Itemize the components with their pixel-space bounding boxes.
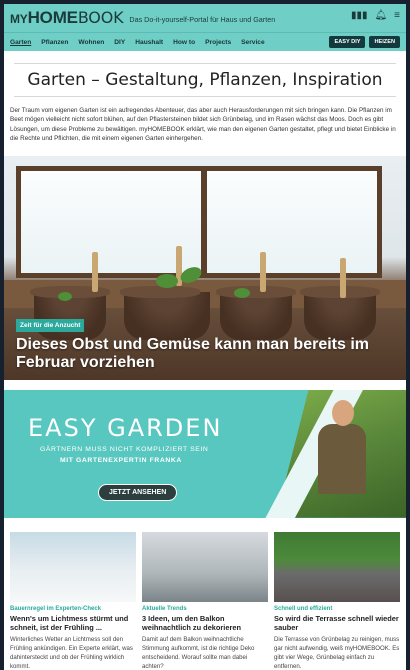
banner-person-head: [332, 399, 354, 426]
hero-image-window: [16, 165, 382, 278]
article-kicker: Schnell und effizient: [274, 605, 333, 612]
hero-headline[interactable]: Dieses Obst und Gemüse kann man bereits …: [16, 336, 386, 372]
article-kicker: Bauernregel im Experten-Check: [10, 605, 102, 612]
banner-person: [318, 423, 366, 494]
bell-icon[interactable]: 🔔︎: [374, 11, 387, 21]
article-teaser: Die Terrasse von Grünbelag zu reinigen, …: [274, 636, 400, 670]
plant-label-stick: [260, 251, 266, 292]
nav-item-service[interactable]: Service: [241, 39, 264, 46]
nav-item-how-to[interactable]: How to: [173, 39, 195, 46]
watch-now-button[interactable]: JETZT ANSEHEN: [98, 483, 178, 501]
easy-diy-button[interactable]: EASY DIY: [329, 36, 366, 48]
seedling-leaf: [58, 291, 72, 301]
article-title[interactable]: So wird die Terrasse schnell wieder saub…: [274, 614, 400, 633]
page-title: Garten – Gestaltung, Pflanzen, Inspirati…: [14, 63, 396, 97]
banner-subtitle: GÄRTNERN MUSS NICHT KOMPLIZIERT SEIN: [40, 445, 209, 453]
nav-item-pflanzen[interactable]: Pflanzen: [41, 39, 68, 46]
article-card[interactable]: Aktuelle Trends 3 Ideen, um den Balkon w…: [142, 531, 268, 670]
intro-text: Der Traum vom eigenen Garten ist ein auf…: [10, 107, 396, 143]
plant-label-stick: [92, 251, 98, 292]
heizen-button[interactable]: HEIZEN: [369, 36, 400, 48]
article-teaser: Winterliches Wetter an Lichtmess soll de…: [10, 636, 133, 670]
nav-item-haushalt[interactable]: Haushalt: [135, 39, 163, 46]
hero-pot: [300, 285, 380, 340]
plant-label-stick: [340, 257, 346, 298]
top-header: MYHOMEBOOK Das Do-it-yourself-Portal für…: [4, 4, 406, 32]
article-card[interactable]: Bauernregel im Experten-Check Wenn's um …: [10, 531, 136, 670]
banner-subtitle-expert: MIT GARTENEXPERTIN FRANKA: [60, 456, 182, 464]
hero-article[interactable]: Zeit für die Anzucht Dieses Obst und Gem…: [4, 155, 406, 380]
hamburger-icon[interactable]: ≡: [394, 11, 400, 21]
site-tagline: Das Do-it-yourself-Portal für Haus und G…: [129, 15, 276, 24]
nav-item-diy[interactable]: DIY: [114, 39, 125, 46]
seedling-leaf: [234, 287, 250, 298]
article-card[interactable]: Schnell und effizient So wird die Terras…: [274, 531, 400, 670]
nav-item-projects[interactable]: Projects: [205, 39, 231, 46]
header-icons: ▮▮▮ 🔔︎ ≡: [351, 11, 400, 21]
page-frame: MYHOMEBOOK Das Do-it-yourself-Portal für…: [4, 4, 406, 670]
nav-buttons: EASY DIY HEIZEN: [329, 36, 400, 48]
nav-item-garten[interactable]: Garten: [10, 39, 31, 46]
article-title[interactable]: Wenn's um Lichtmess stürmt und schneit, …: [10, 614, 136, 633]
article-image-snowdrops[interactable]: [10, 531, 136, 602]
easy-garden-banner[interactable]: EASY GARDEN GÄRTNERN MUSS NICHT KOMPLIZI…: [4, 389, 406, 518]
hero-pot: [120, 285, 210, 340]
article-image-terrace[interactable]: [274, 531, 400, 602]
menu-bars-icon[interactable]: ▮▮▮: [351, 11, 368, 21]
article-kicker: Aktuelle Trends: [142, 605, 187, 612]
banner-title: EASY GARDEN: [28, 413, 223, 442]
main-nav: Garten Pflanzen Wohnen DIY Haushalt How …: [4, 32, 406, 51]
hero-kicker: Zeit für die Anzucht: [16, 318, 85, 332]
nav-item-wohnen[interactable]: Wohnen: [78, 39, 104, 46]
seedling-leaf: [156, 273, 178, 288]
article-title[interactable]: 3 Ideen, um den Balkon weihnachtlich zu …: [142, 614, 268, 633]
article-cards: Bauernregel im Experten-Check Wenn's um …: [4, 518, 406, 670]
article-image-balcony[interactable]: [142, 531, 268, 602]
site-logo[interactable]: MYHOMEBOOK: [10, 8, 124, 28]
hero-pot: [216, 285, 296, 340]
article-teaser: Damit auf dem Balkon weihnachtliche Stim…: [142, 636, 255, 670]
